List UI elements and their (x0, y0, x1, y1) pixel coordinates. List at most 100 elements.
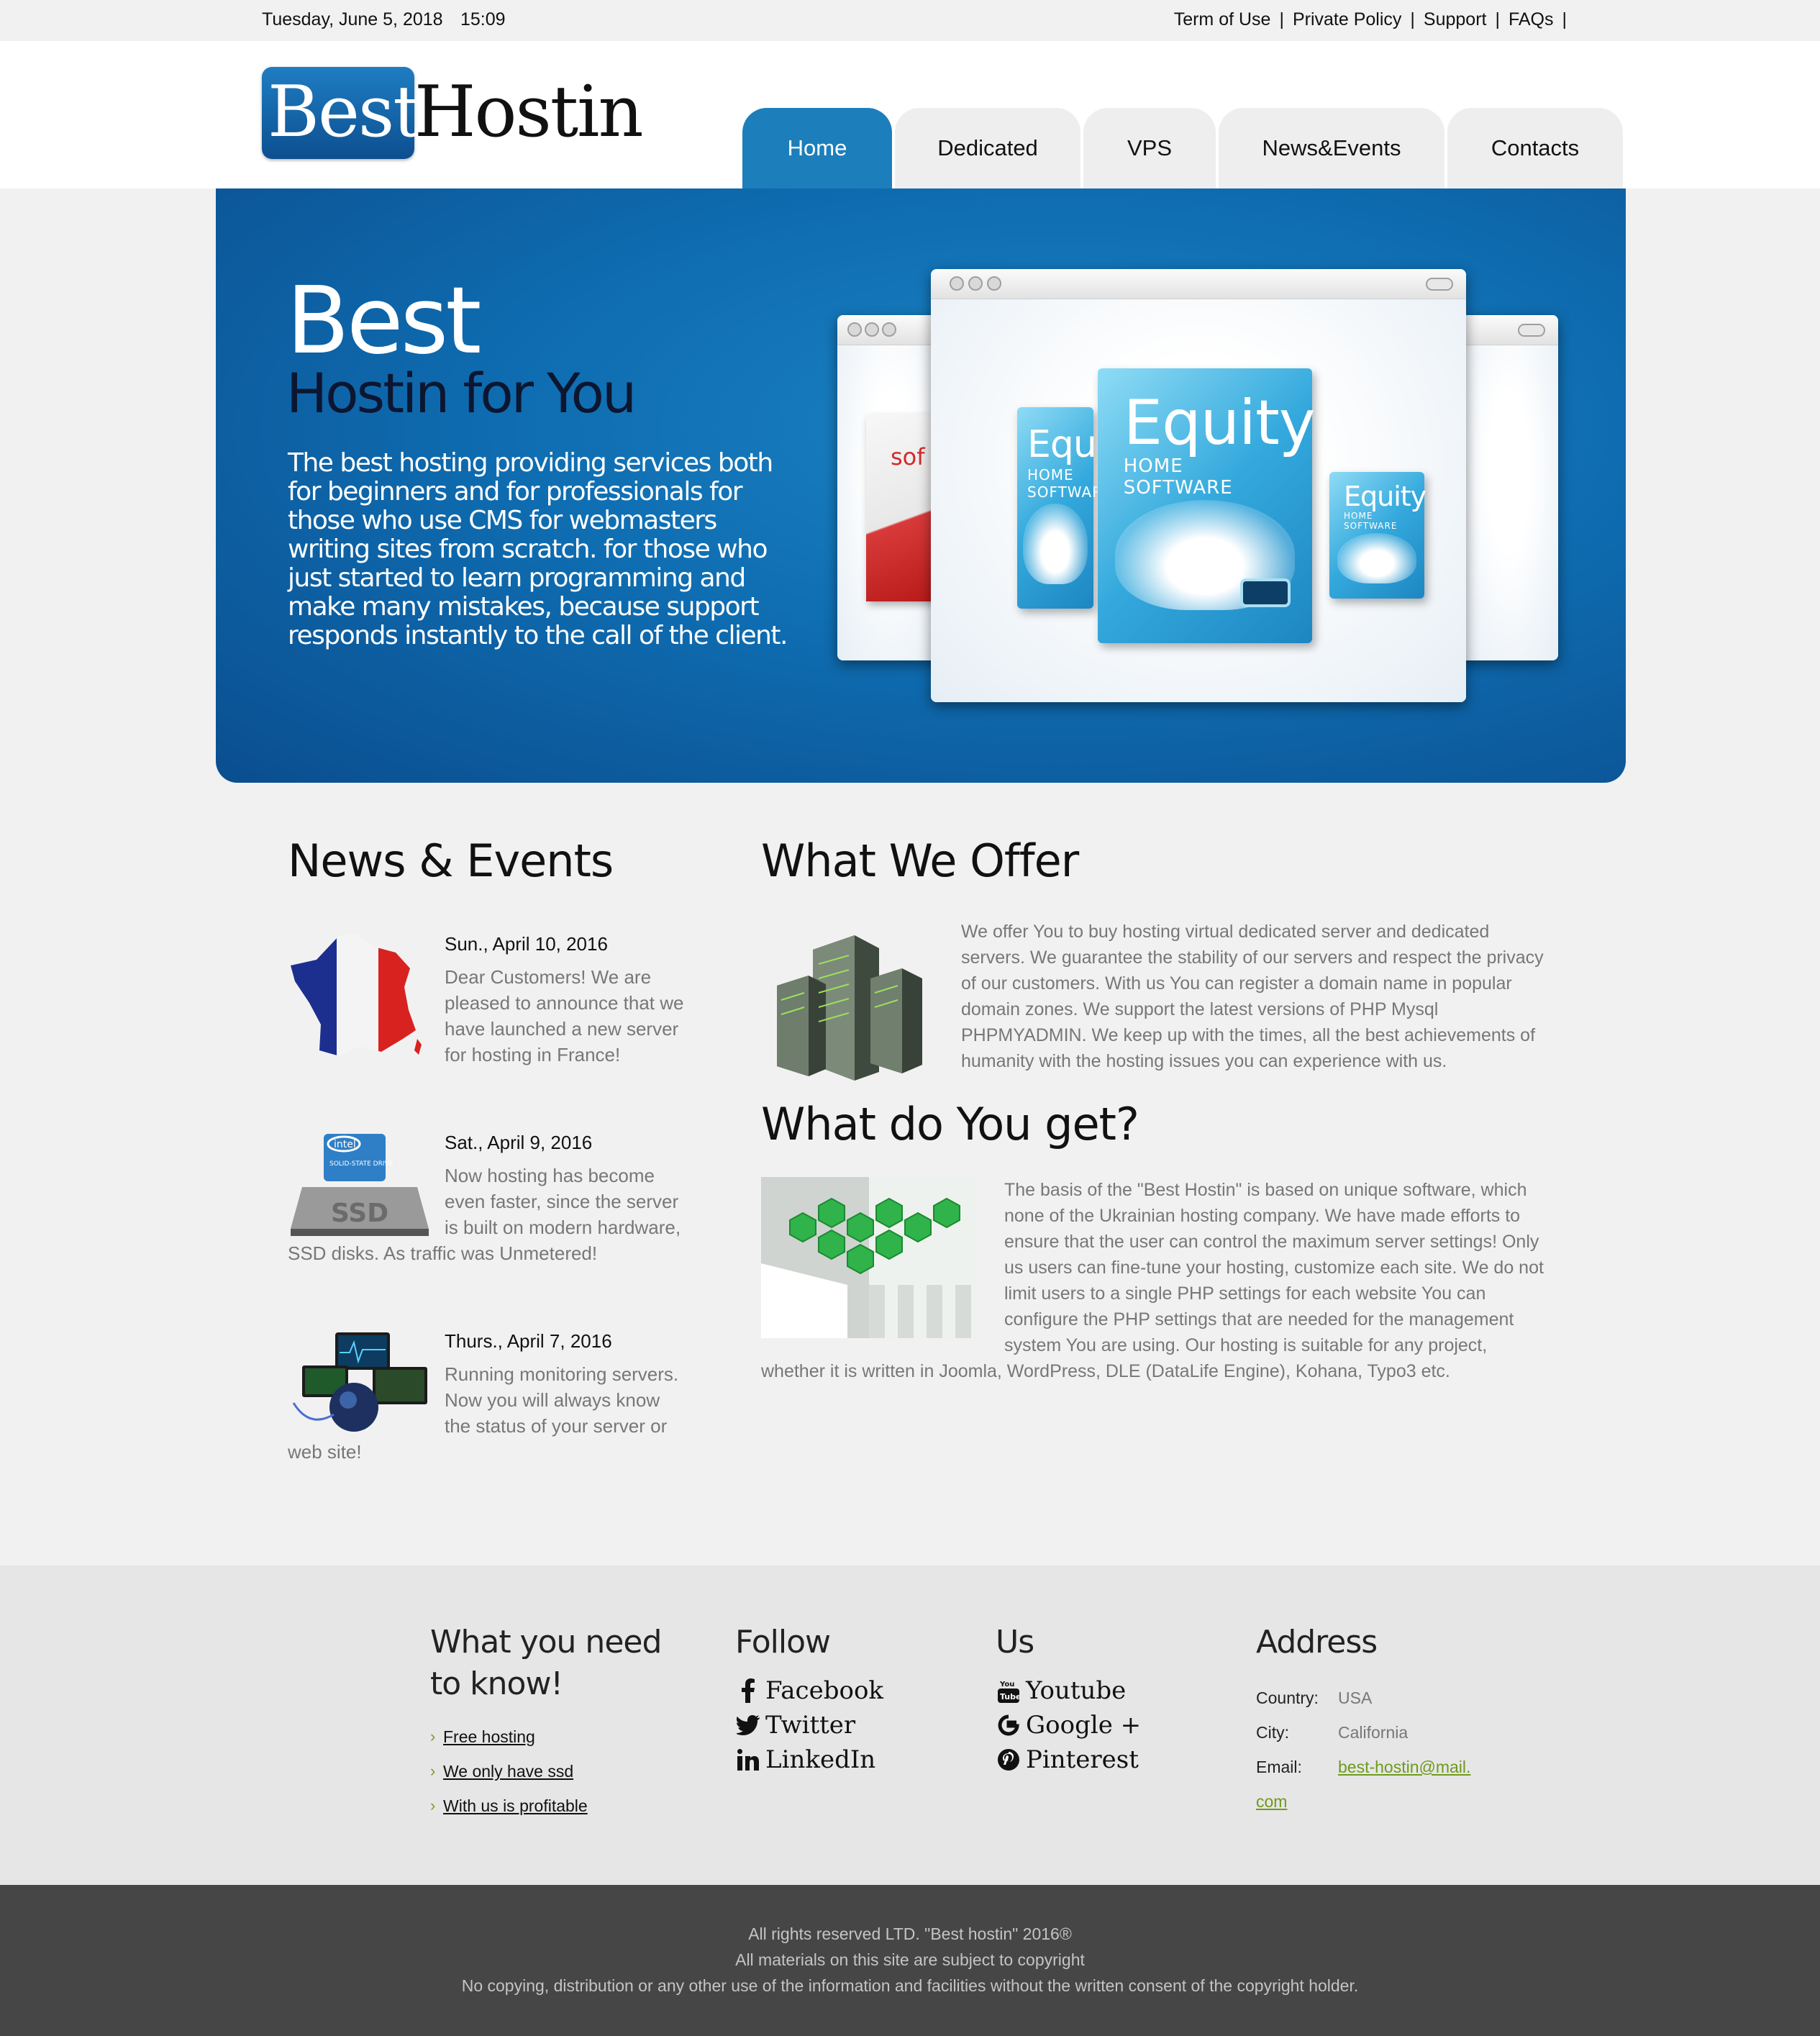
window-pill-icon (1518, 324, 1545, 337)
footer-info (0, 1565, 1820, 1885)
window-dot-icon (882, 322, 896, 337)
linkedin-label: LinkedIn (765, 1745, 876, 1774)
browser-window-left: sof (837, 315, 945, 660)
us-title: Us (996, 1624, 1034, 1660)
linkedin-icon (734, 1749, 763, 1771)
offer-title: What We Offer (761, 835, 1079, 887)
window-titlebar (837, 315, 945, 345)
top-links: Term of Use | Private Policy | Support |… (1174, 9, 1575, 30)
facebook-label: Facebook (765, 1676, 884, 1705)
tab-home[interactable]: Home (742, 108, 892, 188)
red-box-label: sof (891, 443, 925, 471)
tab-contacts[interactable]: Contacts (1447, 108, 1623, 188)
window-dot-icon (847, 322, 862, 337)
window-body (1460, 345, 1558, 660)
window-dot-icon (987, 276, 1001, 291)
pinterest-link[interactable]: Pinterest (994, 1742, 1141, 1777)
window-titlebar (1460, 315, 1558, 345)
window-body: Equity HOME SOFTWARE Equity HOME SOFTWAR… (931, 299, 1466, 702)
privacy-link[interactable]: Private Policy (1293, 9, 1401, 30)
window-dot-icon (865, 322, 879, 337)
google-plus-label: Google + (1026, 1711, 1142, 1740)
tab-dedicated[interactable]: Dedicated (895, 108, 1080, 188)
top-bar: Tuesday, June 5, 2018 15:09 Term of Use … (0, 0, 1820, 41)
box-brand-name: Equity (1344, 481, 1427, 513)
free-hosting-link[interactable]: Free hosting (443, 1727, 535, 1746)
main-nav: Home Dedicated VPS News&Events Contacts (742, 108, 1626, 188)
ssd-badge-text: intel (334, 1139, 356, 1150)
news-item: Thurs., April 7, 2016 Running monitoring… (288, 1328, 691, 1465)
product-box-small-right: Equity HOME SOFTWARE (1329, 472, 1427, 599)
ssd-badge-subtext: SOLID-STATE DRIVE (329, 1160, 393, 1168)
window-body: sof (837, 345, 945, 660)
list-item: We only have ssd (430, 1754, 588, 1789)
faqs-link[interactable]: FAQs (1509, 9, 1554, 30)
linkedin-link[interactable]: LinkedIn (734, 1742, 883, 1777)
server-towers-icon (777, 935, 922, 1081)
get-title: What do You get? (761, 1098, 1139, 1150)
pinterest-label: Pinterest (1026, 1745, 1139, 1774)
ssd-link[interactable]: We only have ssd (443, 1762, 573, 1781)
separator: | (1495, 9, 1500, 29)
profitable-link[interactable]: With us is profitable (443, 1796, 588, 1815)
pinterest-icon (994, 1749, 1023, 1771)
separator: | (1562, 9, 1568, 29)
ssd-drive-icon: intel SOLID-STATE DRIVE SSD (288, 1130, 432, 1237)
us-links: You Tube Youtube Google + Pinterest (994, 1673, 1141, 1777)
milk-splash (1337, 532, 1417, 583)
twitter-label: Twitter (765, 1711, 856, 1740)
logo-text-best: Best (268, 71, 422, 153)
product-box-main: Equity HOME SOFTWARE (1098, 368, 1316, 643)
box-badge-icon (1240, 578, 1291, 607)
country-value: USA (1338, 1689, 1373, 1707)
hero-description: The best hosting providing services both… (288, 448, 788, 650)
copyright-line-1: All rights reserved LTD. "Best hostin" 2… (748, 1924, 1072, 1943)
twitter-icon (734, 1715, 763, 1735)
product-box-small-left: Equity HOME SOFTWARE (1017, 407, 1142, 609)
address-title: Address (1256, 1624, 1378, 1660)
youtube-label: Youtube (1026, 1676, 1127, 1705)
monitoring-graphic (292, 1332, 427, 1432)
terms-link[interactable]: Term of Use (1174, 9, 1271, 30)
copyright-footer: All rights reserved LTD. "Best hostin" 2… (0, 1885, 1820, 2036)
address-email-row: Email: best-hostin@mail.com (1256, 1750, 1472, 1819)
youtube-link[interactable]: You Tube Youtube (994, 1673, 1141, 1708)
box-brand: Equity HOME SOFTWARE (1123, 391, 1316, 499)
network-hexagons-icon (761, 1177, 977, 1338)
box-brand-line2: SOFTWARE (1123, 476, 1233, 499)
window-dot-icon (968, 276, 983, 291)
email-label: Email: (1256, 1758, 1302, 1776)
address-block: Country: USA City: California Email: best-h… (1256, 1681, 1472, 1819)
google-icon (994, 1714, 1023, 1736)
hero-subtitle: Hostin for You (286, 361, 637, 425)
support-link[interactable]: Support (1424, 9, 1487, 30)
france-map-icon (288, 931, 432, 1060)
window-titlebar (931, 269, 1466, 299)
france-map-graphic (291, 934, 422, 1056)
city-value: California (1338, 1723, 1409, 1742)
facebook-link[interactable]: Facebook (734, 1673, 883, 1708)
tab-vps[interactable]: VPS (1083, 108, 1216, 188)
city-label: City: (1256, 1723, 1289, 1742)
svg-text:Tube: Tube (1000, 1692, 1019, 1701)
browser-window-right (1460, 315, 1558, 660)
facebook-icon (734, 1678, 763, 1703)
news-title: News & Events (288, 835, 614, 887)
copyright-line-3: No copying, distribution or any other us… (461, 1976, 1359, 1995)
window-dot-icon (950, 276, 964, 291)
news-item: Sun., April 10, 2016 Dear Customers! We … (288, 931, 691, 1068)
hero-title: Best (286, 268, 481, 375)
follow-links: Facebook Twitter LinkedIn (734, 1673, 883, 1777)
tab-news-events[interactable]: News&Events (1219, 108, 1444, 188)
know-title: What you need to know! (430, 1624, 662, 1702)
google-plus-link[interactable]: Google + (994, 1708, 1141, 1742)
news-item: intel SOLID-STATE DRIVE SSD Sat., April … (288, 1130, 691, 1266)
ssd-graphic: intel SOLID-STATE DRIVE SSD (291, 1134, 429, 1236)
know-links: Free hosting We only have ssd With us is… (430, 1719, 588, 1823)
hero-banner: Best Hostin for You The best hosting pro… (216, 188, 1626, 783)
twitter-link[interactable]: Twitter (734, 1708, 883, 1742)
get-section: The basis of the "Best Hostin" is based … (761, 1177, 1552, 1384)
site-logo[interactable]: Best Hostin (262, 67, 644, 160)
browser-window-main: Equity HOME SOFTWARE Equity HOME SOFTWAR… (931, 269, 1466, 702)
logo-text-hostin: Hostin (414, 71, 644, 153)
